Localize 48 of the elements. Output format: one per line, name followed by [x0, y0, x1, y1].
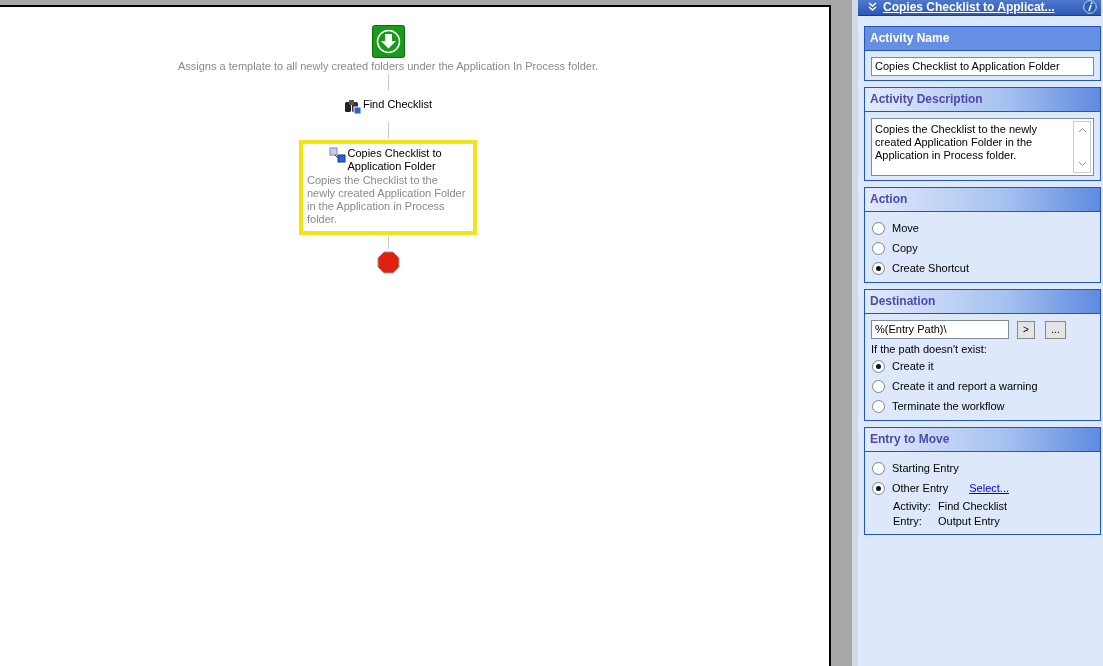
section-header: Destination [865, 290, 1100, 314]
activity-node[interactable]: Find Checklist [335, 92, 441, 120]
activity-description: Copies the Checklist to the newly created Application Folder in the Application in Process folder. [307, 174, 467, 226]
binoculars-icon [343, 98, 361, 114]
insert-button[interactable]: > [1017, 320, 1035, 339]
radio-label[interactable]: Create Shortcut [892, 262, 970, 274]
panel-title-link[interactable]: Copies Checklist to Applicat... [883, 0, 1077, 14]
detail-label: Activity: [893, 500, 932, 512]
select-link[interactable]: Select... [969, 482, 1009, 494]
radio-button[interactable] [872, 359, 885, 373]
radio-label[interactable]: Create it and report a warning [892, 380, 1038, 392]
path-field[interactable]: %(Entry Path)\ [871, 320, 1009, 339]
radio-button[interactable] [872, 461, 885, 475]
detail-label: Entry: [893, 515, 923, 527]
activity-title: Copies Checklist to Application Folder [347, 147, 443, 173]
radio-label[interactable]: Copy [892, 242, 918, 254]
detail-value: Output Entry [938, 515, 1001, 527]
radio-button[interactable] [872, 481, 885, 495]
radio-label[interactable]: Move [892, 222, 919, 234]
start-description: Assigns a template to all newly created folders under the Application In Process folder. [177, 60, 599, 72]
section-header: Activity Name [865, 27, 1100, 51]
scrollbar[interactable] [1073, 121, 1091, 173]
activity-title: Find Checklist [362, 98, 433, 110]
radio-label[interactable]: Other Entry [892, 482, 949, 494]
radio-label[interactable]: Starting Entry [892, 462, 959, 474]
radio-button[interactable] [872, 399, 885, 413]
detail-value: Find Checklist [938, 500, 1009, 512]
scroll-down-icon [1077, 161, 1087, 167]
help-icon [1083, 0, 1097, 14]
stop-sign-icon [376, 251, 400, 274]
prompt-label: If the path doesn't exist: [871, 343, 988, 355]
description-field[interactable]: Copies the Checklist to the newly created Application Folder in the Application in Process folder. [871, 118, 1094, 176]
radio-label[interactable]: Create it [892, 360, 934, 372]
section-header: Entry to Move [865, 428, 1100, 452]
double-chevron-icon [868, 2, 877, 11]
radio-label[interactable]: Terminate the workflow [892, 400, 1005, 412]
name-field[interactable]: Copies Checklist to Application Folder [871, 57, 1094, 76]
browse-button[interactable]: ... [1045, 320, 1066, 339]
activity-node[interactable]: Copies Checklist to Application Folder Copies the Checklist to the newly created Application Folder in the Application in Process folder. [299, 140, 477, 235]
section-header: Activity Description [865, 88, 1100, 112]
radio-button[interactable] [872, 241, 885, 255]
radio-button[interactable] [872, 379, 885, 393]
shortcut-squares-icon [328, 147, 346, 163]
radio-button[interactable] [872, 261, 885, 275]
description-text: Copies the Checklist to the newly created Application Folder in the Application in Process folder. [875, 122, 1039, 163]
section-header: Action [865, 188, 1100, 212]
scroll-up-icon [1077, 127, 1087, 133]
radio-button[interactable] [872, 221, 885, 235]
